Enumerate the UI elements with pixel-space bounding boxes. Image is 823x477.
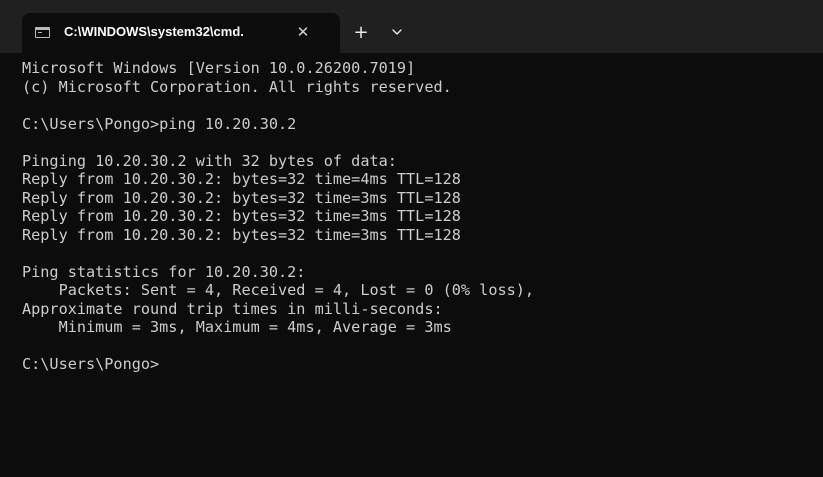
- console-line: (c) Microsoft Corporation. All rights re…: [22, 77, 452, 96]
- console-line: Reply from 10.20.30.2: bytes=32 time=3ms…: [22, 207, 461, 225]
- console-line: Minimum = 3ms, Maximum = 4ms, Average = …: [22, 318, 452, 336]
- console-line: Reply from 10.20.30.2: bytes=32 time=4ms…: [22, 170, 461, 188]
- console-output[interactable]: Microsoft Windows [Version 10.0.26200.70…: [22, 59, 812, 469]
- terminal-icon: [35, 27, 50, 38]
- console-line: C:\Users\Pongo>ping 10.20.30.2: [22, 114, 297, 133]
- tab-cmd[interactable]: C:\WINDOWS\system32\cmd. ✕: [22, 13, 340, 53]
- console-line: Microsoft Windows [Version 10.0.26200.70…: [22, 59, 416, 77]
- console-line: Approximate round trip times in milli-se…: [22, 299, 443, 318]
- console-line: Pinging 10.20.30.2 with 32 bytes of data…: [22, 151, 397, 170]
- close-icon[interactable]: ✕: [290, 19, 316, 45]
- console-prompt[interactable]: C:\Users\Pongo>: [22, 355, 812, 374]
- console-line: Packets: Sent = 4, Received = 4, Lost = …: [22, 281, 535, 299]
- tab-bar: C:\WINDOWS\system32\cmd. ✕ +: [0, 0, 823, 53]
- console-line: Reply from 10.20.30.2: bytes=32 time=3ms…: [22, 225, 461, 244]
- terminal-window: C:\WINDOWS\system32\cmd. ✕ + Microsoft W…: [0, 0, 823, 477]
- console-line: Ping statistics for 10.20.30.2:: [22, 262, 306, 281]
- chevron-down-icon[interactable]: [384, 20, 410, 46]
- tab-title: C:\WINDOWS\system32\cmd.: [64, 24, 244, 39]
- plus-icon[interactable]: +: [348, 20, 374, 46]
- console-line: Reply from 10.20.30.2: bytes=32 time=3ms…: [22, 188, 461, 207]
